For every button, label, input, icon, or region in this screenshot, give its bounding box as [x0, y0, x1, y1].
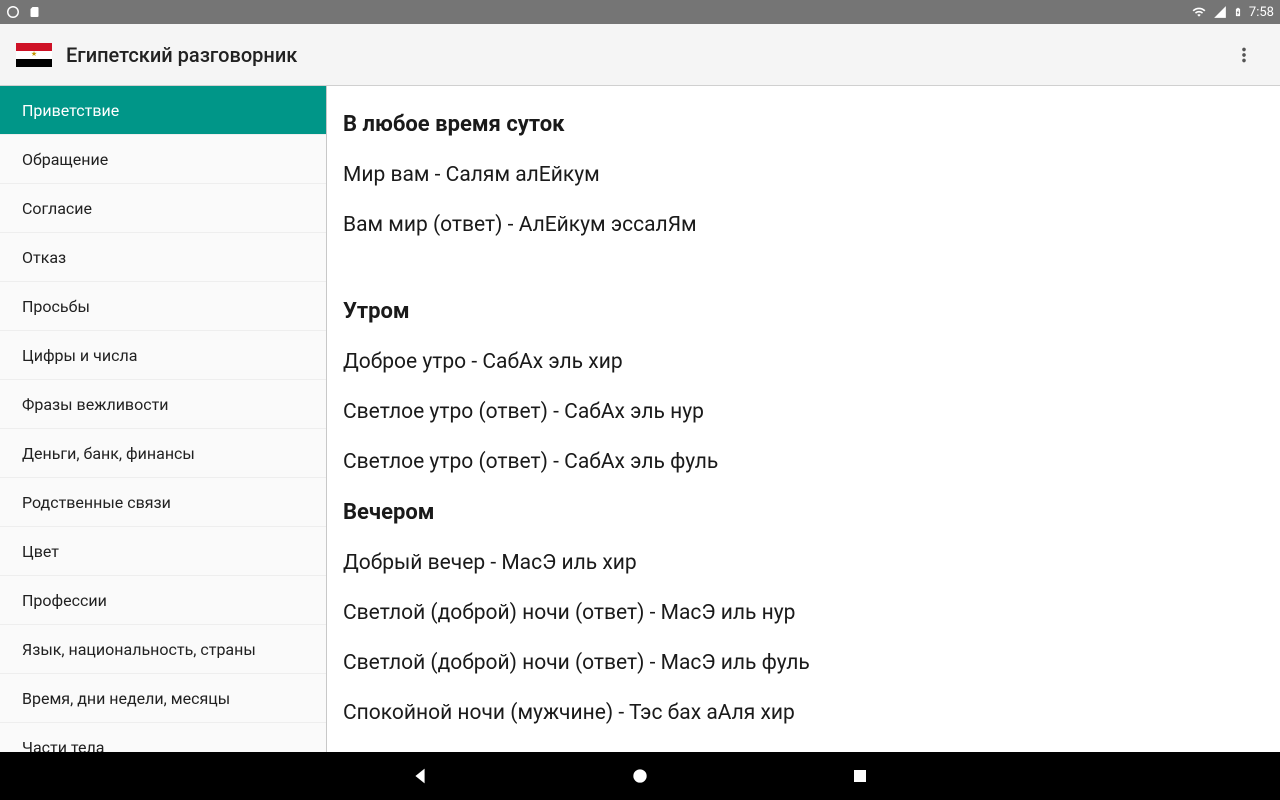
sidebar-item-6[interactable]: Фразы вежливости: [0, 380, 326, 429]
phrase-line: Добрый вечер - МасЭ иль хир: [343, 551, 1264, 575]
sidebar-item-label: Отказ: [22, 248, 66, 267]
sidebar-item-3[interactable]: Отказ: [0, 233, 326, 282]
sidebar-item-label: Время, дни недели, месяцы: [22, 689, 230, 708]
sidebar-item-8[interactable]: Родственные связи: [0, 478, 326, 527]
home-button[interactable]: [620, 756, 660, 796]
phrase-line: Вам мир (ответ) - АлЕйкум эссалЯм: [343, 213, 1264, 237]
sidebar-item-label: Обращение: [22, 150, 108, 169]
status-bar: 7:58: [0, 0, 1280, 24]
phrase-line: Светлой (доброй) ночи (ответ) - МасЭ иль…: [343, 651, 1264, 675]
back-button[interactable]: [400, 756, 440, 796]
sidebar-item-12[interactable]: Время, дни недели, месяцы: [0, 674, 326, 723]
section-title: Утром: [343, 299, 1264, 324]
sidebar-item-0[interactable]: Приветствие: [0, 86, 326, 135]
section-gap: [343, 263, 1264, 299]
section-title: В любое время суток: [343, 112, 1264, 137]
status-time: 7:58: [1249, 5, 1274, 20]
sidebar-item-9[interactable]: Цвет: [0, 527, 326, 576]
sidebar-item-4[interactable]: Просьбы: [0, 282, 326, 331]
signal-icon: [1213, 5, 1227, 19]
sidebar-item-label: Родственные связи: [22, 493, 171, 512]
android-nav-bar: [0, 752, 1280, 800]
sidebar-item-label: Цифры и числа: [22, 346, 137, 365]
phrase-line: Светлое утро (ответ) - СабАх эль фуль: [343, 450, 1264, 474]
egypt-flag-icon: ★: [16, 43, 52, 67]
phrase-line: Доброе утро - СабАх эль хир: [343, 350, 1264, 374]
sidebar-item-label: Цвет: [22, 542, 59, 561]
sidebar-item-1[interactable]: Обращение: [0, 135, 326, 184]
sidebar-item-11[interactable]: Язык, национальность, страны: [0, 625, 326, 674]
sidebar-item-7[interactable]: Деньги, банк, финансы: [0, 429, 326, 478]
sidebar-item-label: Части тела: [22, 738, 104, 753]
sidebar-item-label: Деньги, банк, финансы: [22, 444, 195, 463]
app-title: Египетский разговорник: [66, 43, 297, 67]
more-options-button[interactable]: [1224, 35, 1264, 75]
sidebar[interactable]: Приветствие Обращение Согласие Отказ Просьбы…: [0, 86, 327, 752]
sidebar-item-label: Просьбы: [22, 297, 90, 316]
phrase-line: Светлое утро (ответ) - СабАх эль нур: [343, 400, 1264, 424]
circle-icon: [6, 5, 20, 19]
section-title: Вечером: [343, 500, 1264, 525]
sidebar-item-5[interactable]: Цифры и числа: [0, 331, 326, 380]
phrase-line: Спокойной ночи (мужчине) - Тэс бах аАля …: [343, 701, 1264, 725]
wifi-icon: [1191, 5, 1207, 19]
content-pane[interactable]: В любое время суток Мир вам - Салям алЕйк…: [327, 86, 1280, 752]
recent-apps-button[interactable]: [840, 756, 880, 796]
sim-icon: [28, 5, 40, 19]
sidebar-item-13[interactable]: Части тела: [0, 723, 326, 752]
sidebar-item-label: Профессии: [22, 591, 107, 610]
sidebar-item-2[interactable]: Согласие: [0, 184, 326, 233]
sidebar-item-10[interactable]: Профессии: [0, 576, 326, 625]
sidebar-item-label: Согласие: [22, 199, 92, 218]
sidebar-item-label: Приветствие: [22, 101, 119, 120]
phrase-line: Светлой (доброй) ночи (ответ) - МасЭ иль…: [343, 601, 1264, 625]
sidebar-item-label: Фразы вежливости: [22, 395, 169, 414]
app-bar: ★ Египетский разговорник: [0, 24, 1280, 86]
sidebar-item-label: Язык, национальность, страны: [22, 640, 256, 659]
battery-charging-icon: [1233, 4, 1243, 20]
phrase-line: Мир вам - Салям алЕйкум: [343, 163, 1264, 187]
